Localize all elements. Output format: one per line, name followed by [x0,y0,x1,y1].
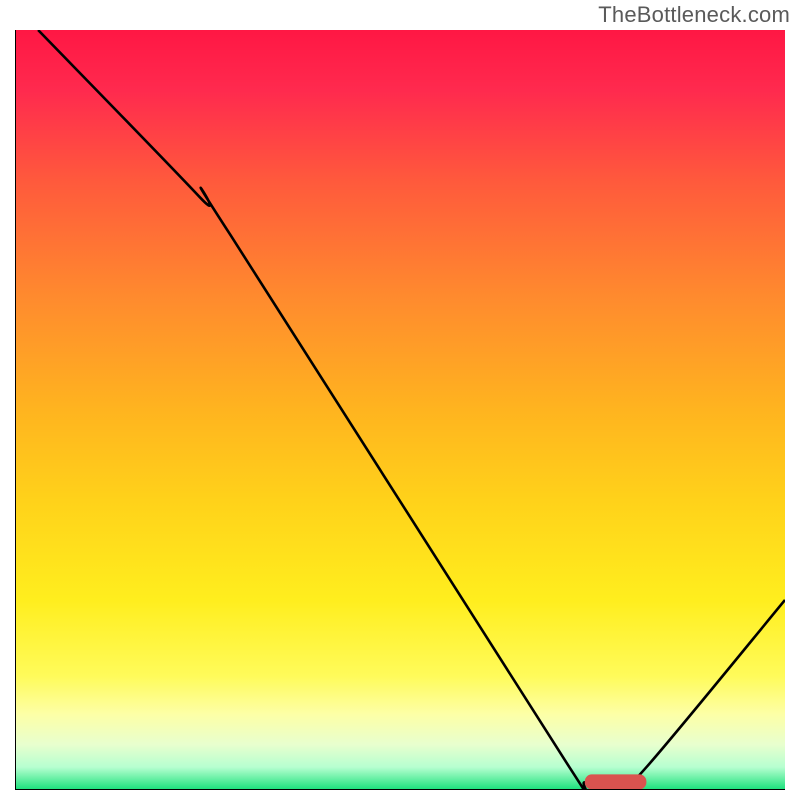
watermark-text: TheBottleneck.com [598,2,790,28]
optimal-range-marker [585,774,647,789]
chart-container: TheBottleneck.com [0,0,800,800]
chart-svg [15,30,785,790]
gradient-background [15,30,785,790]
plot-area [15,30,785,790]
